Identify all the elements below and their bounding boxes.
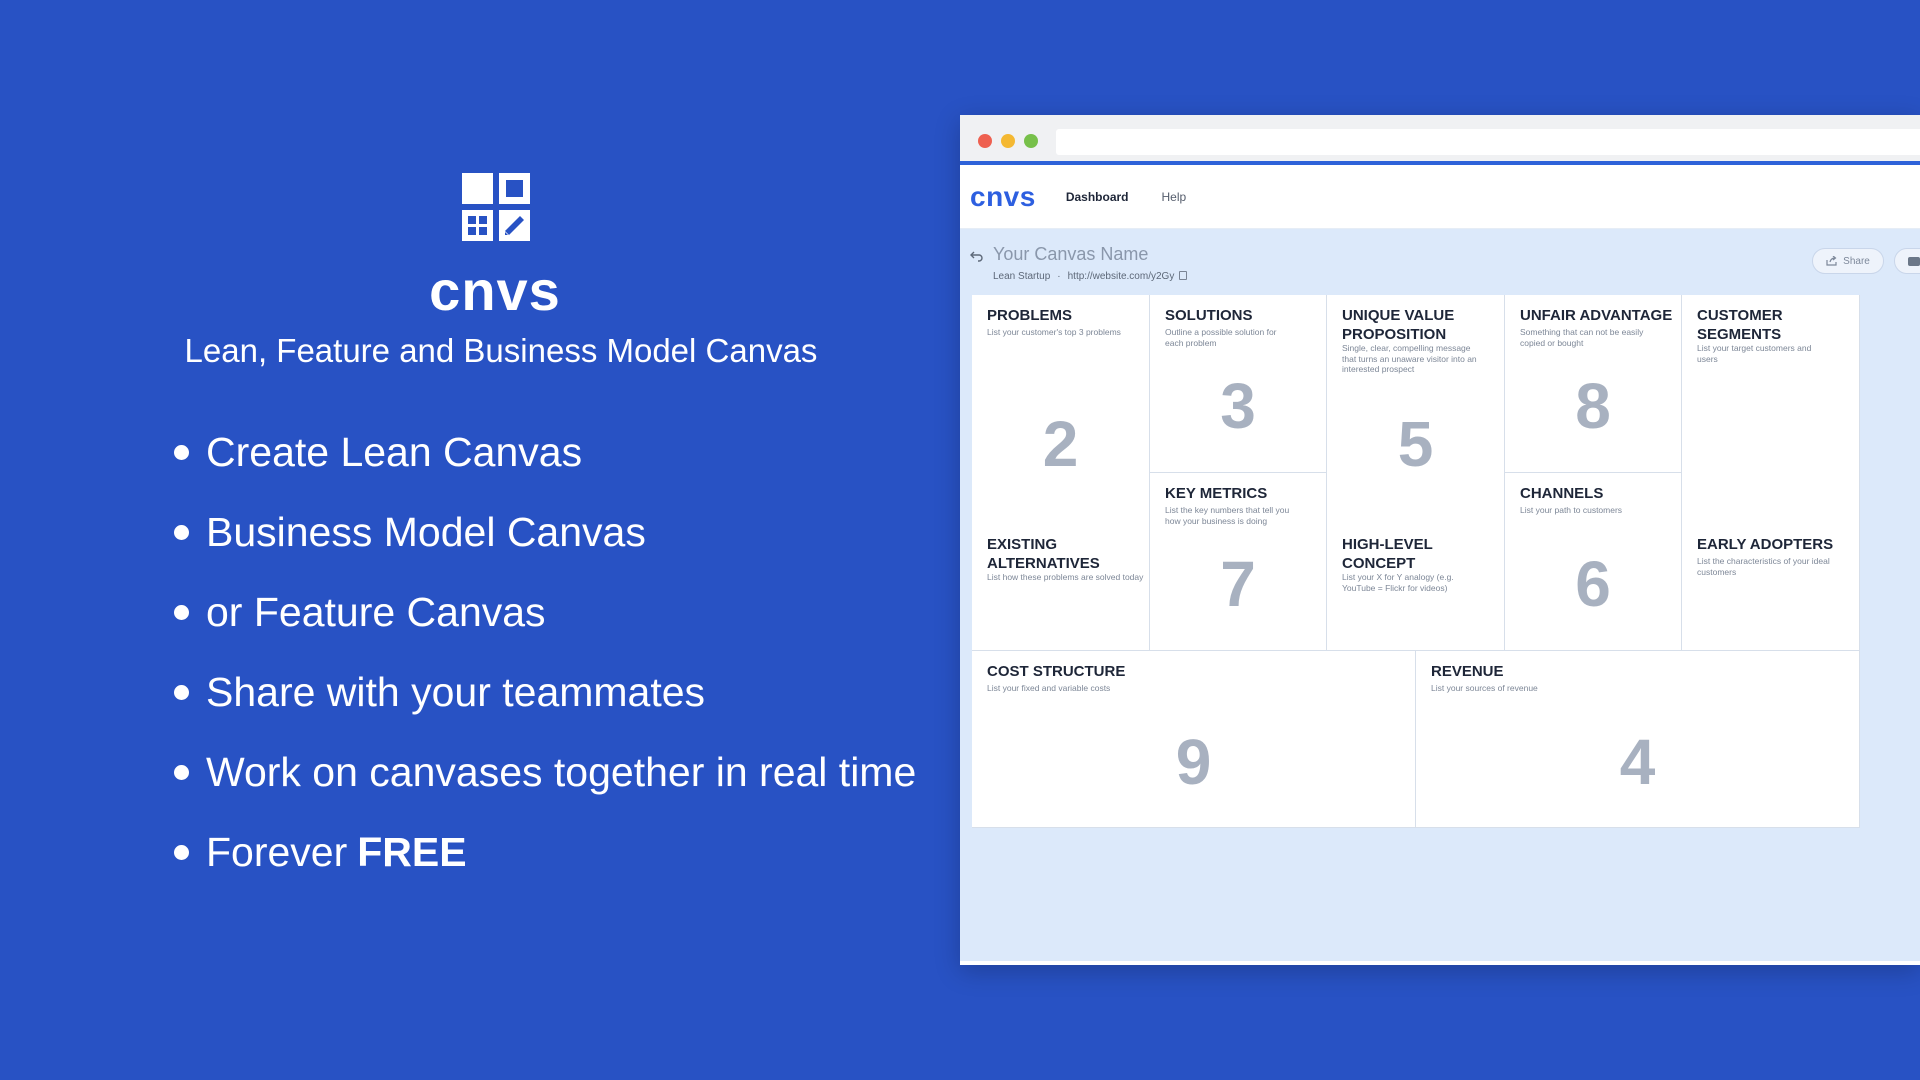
- block-cost-structure[interactable]: COST STRUCTURE List your fixed and varia…: [972, 651, 1416, 828]
- block-number: 2: [1042, 408, 1079, 480]
- block-unfair-advantage[interactable]: UNFAIR ADVANTAGE Something that can not …: [1505, 295, 1682, 473]
- bullet-icon: [174, 525, 189, 540]
- block-title: REVENUE: [1431, 663, 1504, 680]
- block-title: UNIQUE VALUE PROPOSITION: [1342, 307, 1455, 343]
- block-key-metrics[interactable]: KEY METRICS List the key numbers that te…: [1150, 473, 1327, 651]
- block-title: KEY METRICS: [1165, 485, 1268, 502]
- block-description: List your customer's top 3 problems: [987, 327, 1121, 337]
- feature-item: or Feature Canvas: [174, 586, 934, 666]
- block-description: List your target customers and users: [1697, 343, 1812, 364]
- feature-item: Work on canvases together in real time: [174, 746, 934, 826]
- feature-list: Create Lean Canvas Business Model Canvas…: [174, 426, 934, 906]
- block-number: 6: [1575, 548, 1611, 620]
- feature-item-free: Forever FREE: [174, 826, 934, 906]
- bullet-icon: [174, 605, 189, 620]
- block-title: PROBLEMS: [987, 307, 1073, 324]
- browser-chrome: [960, 115, 1920, 165]
- close-window-icon[interactable]: [978, 134, 992, 148]
- brand-name: cnvs: [429, 259, 561, 322]
- block-title: CUSTOMER SEGMENTS: [1697, 307, 1783, 343]
- block-title: EARLY ADOPTERS: [1697, 536, 1834, 553]
- block-number: 5: [1397, 408, 1434, 480]
- print-icon: [1908, 257, 1920, 266]
- block-revenue[interactable]: REVENUE List your sources of revenue 4: [1416, 651, 1860, 828]
- share-button[interactable]: Share: [1812, 248, 1884, 274]
- block-number: 8: [1575, 370, 1611, 442]
- block-title: UNFAIR ADVANTAGE: [1520, 307, 1673, 324]
- nav-help[interactable]: Help: [1162, 190, 1187, 204]
- share-icon: [1826, 256, 1837, 266]
- block-title: EXISTING ALTERNATIVES: [987, 536, 1100, 572]
- canvas-name[interactable]: Your Canvas Name: [993, 244, 1148, 265]
- print-button[interactable]: [1894, 248, 1920, 274]
- block-number: 7: [1220, 548, 1256, 620]
- lean-canvas-board: PROBLEMS List your customer's top 3 prob…: [972, 295, 1920, 945]
- block-description: List the characteristics of your ideal c…: [1697, 556, 1830, 577]
- canvas-area: Your Canvas Name Lean Startup · http://web…: [960, 229, 1920, 961]
- back-arrow-icon[interactable]: [970, 249, 984, 263]
- block-description: List your X for Y analogy (e.g. YouTube …: [1342, 572, 1454, 593]
- block-customer-segments[interactable]: CUSTOMER SEGMENTS List your target custo…: [1682, 295, 1860, 651]
- share-label: Share: [1843, 255, 1870, 267]
- block-unique-value-proposition[interactable]: UNIQUE VALUE PROPOSITION Single, clear, …: [1327, 295, 1505, 651]
- free-label: FREE: [357, 829, 467, 875]
- browser-window: cnvs Dashboard Help Your Canvas Name Lea…: [960, 115, 1920, 965]
- block-title: CHANNELS: [1520, 485, 1604, 502]
- feature-item: Create Lean Canvas: [174, 426, 934, 506]
- block-description: List your sources of revenue: [1431, 683, 1538, 693]
- copy-icon[interactable]: [1179, 271, 1188, 280]
- meta-separator: ·: [1057, 271, 1061, 282]
- block-solutions[interactable]: SOLUTIONS Outline a possible solution fo…: [1150, 295, 1327, 473]
- bullet-icon: [174, 445, 189, 460]
- minimize-window-icon[interactable]: [1001, 134, 1015, 148]
- block-description: Outline a possible solution for each pro…: [1165, 327, 1277, 348]
- feature-item: Business Model Canvas: [174, 506, 934, 586]
- block-description: List how these problems are solved today: [987, 572, 1144, 582]
- block-number: 4: [1619, 726, 1656, 798]
- block-description: Single, clear, compelling message that t…: [1342, 343, 1477, 374]
- tagline: Lean, Feature and Business Model Canvas: [184, 332, 818, 369]
- block-description: Something that can not be easily copied …: [1520, 327, 1644, 348]
- bullet-icon: [174, 765, 189, 780]
- block-channels[interactable]: CHANNELS List your path to customers 6: [1505, 473, 1682, 651]
- block-number: 3: [1220, 370, 1256, 442]
- bullet-icon: [174, 685, 189, 700]
- block-number: 9: [1175, 726, 1212, 798]
- block-description: List your fixed and variable costs: [987, 683, 1111, 693]
- canvas-meta: Lean Startup · http://website.com/y2Gy: [993, 271, 1188, 282]
- block-problems[interactable]: PROBLEMS List your customer's top 3 prob…: [972, 295, 1150, 651]
- canvas-header: Your Canvas Name Lean Startup · http://web…: [960, 229, 1920, 295]
- block-description: List the key numbers that tell you how y…: [1165, 505, 1290, 526]
- maximize-window-icon[interactable]: [1024, 134, 1038, 148]
- app-navbar: cnvs Dashboard Help: [960, 165, 1920, 229]
- canvas-logo-icon: [462, 173, 530, 241]
- block-title: SOLUTIONS: [1165, 307, 1253, 324]
- block-description: List your path to customers: [1520, 505, 1623, 515]
- canvas-link[interactable]: http://website.com/y2Gy: [1068, 271, 1175, 282]
- block-title: HIGH-LEVEL CONCEPT: [1342, 536, 1433, 572]
- app-logo[interactable]: cnvs: [970, 181, 1036, 213]
- block-title: COST STRUCTURE: [987, 663, 1126, 680]
- canvas-type: Lean Startup: [993, 271, 1051, 282]
- feature-item: Share with your teammates: [174, 666, 934, 746]
- address-bar[interactable]: [1056, 129, 1920, 155]
- bullet-icon: [174, 845, 189, 860]
- nav-dashboard[interactable]: Dashboard: [1066, 190, 1129, 204]
